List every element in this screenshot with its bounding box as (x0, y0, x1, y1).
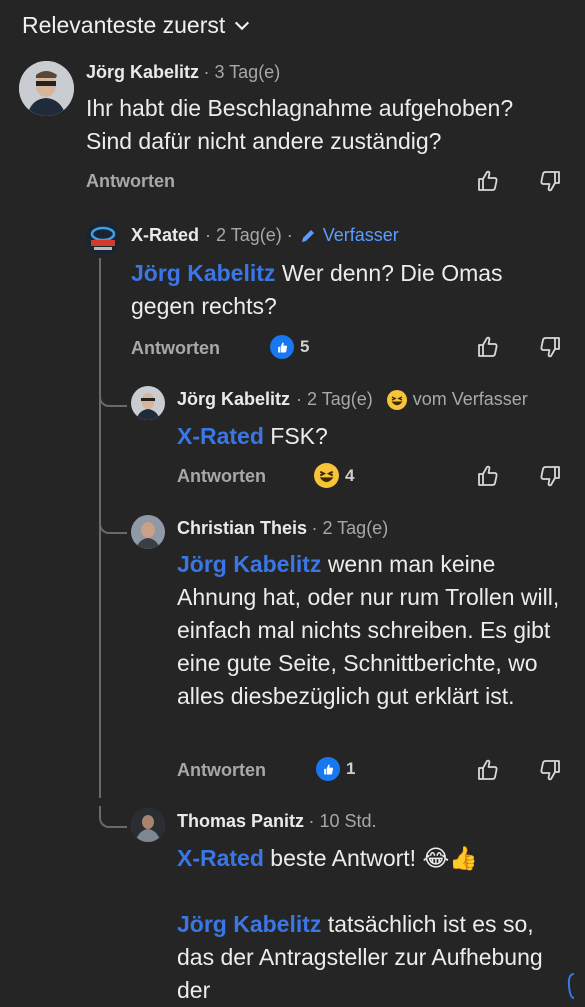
downvote-button[interactable] (538, 464, 562, 493)
mention-link[interactable]: X-Rated (177, 423, 264, 449)
laughing-emoji-icon (386, 389, 407, 410)
reply-button[interactable]: Antworten (177, 760, 266, 781)
sort-label: Relevanteste zuerst (22, 12, 226, 38)
reaction-summary[interactable]: 5 (270, 335, 309, 359)
reaction-summary[interactable]: 4 (314, 463, 354, 488)
thumbs-up-icon (478, 759, 498, 780)
reply-button[interactable]: Antworten (86, 171, 175, 192)
mention-link[interactable]: Jörg Kabelitz (177, 551, 321, 577)
thread-elbow (99, 512, 127, 534)
avatar[interactable] (86, 221, 120, 255)
comment-text: Ihr habt die Beschlagnahme aufgehoben? S… (86, 95, 514, 154)
comment-time: · 10 Std. (308, 811, 377, 831)
reply-button[interactable]: Antworten (177, 466, 266, 487)
downvote-button[interactable] (538, 758, 562, 787)
reaction-count: 5 (300, 337, 310, 356)
comment-text: Jörg Kabelitz Wer denn? Die Omas gegen r… (131, 257, 551, 323)
mention-link[interactable]: Jörg Kabelitz (177, 911, 321, 937)
comment-body: beste Antwort! 😂👍 (270, 845, 478, 871)
reply-button[interactable]: Antworten (131, 338, 220, 359)
thumbs-down-icon (540, 337, 560, 358)
avatar[interactable] (131, 515, 165, 549)
comment-author[interactable]: Thomas Panitz (177, 811, 304, 831)
thumbs-up-icon (478, 170, 498, 191)
upvote-button[interactable] (476, 464, 500, 493)
downvote-button[interactable] (538, 169, 562, 198)
comment-author[interactable]: X-Rated (131, 225, 199, 246)
thumbs-up-icon (478, 465, 498, 486)
comment-text: Jörg Kabelitz wenn man keine Ahnung hat,… (177, 548, 572, 713)
comment-time: · 2 Tag(e) · (205, 225, 293, 245)
comment-author[interactable]: Jörg Kabelitz (86, 62, 199, 82)
chevron-down-icon (235, 21, 250, 30)
reaction-count: 1 (346, 759, 356, 778)
avatar[interactable] (131, 386, 165, 420)
upvote-button[interactable] (476, 758, 500, 787)
comment-time: · 3 Tag(e) (203, 62, 281, 82)
scrollbar-handle[interactable] (566, 972, 576, 1000)
sort-dropdown[interactable]: Relevanteste zuerst (22, 12, 251, 39)
comment-time: · 2 Tag(e) (311, 518, 389, 538)
comment-author[interactable]: Jörg Kabelitz (177, 389, 290, 410)
thumbs-down-icon (540, 760, 560, 781)
like-reaction-icon (270, 335, 294, 359)
avatar[interactable] (19, 61, 74, 116)
author-badge: Verfasser (322, 225, 399, 245)
avatar[interactable] (131, 808, 165, 842)
comment-body: FSK? (270, 423, 328, 449)
comment-text: X-Rated FSK? (177, 420, 557, 453)
author-reaction-badge: vom Verfasser (412, 389, 528, 409)
upvote-button[interactable] (476, 335, 500, 364)
comment-text-continued: Jörg Kabelitz tatsächlich ist es so, das… (177, 908, 572, 1007)
like-reaction-icon (316, 757, 340, 781)
thread-elbow (99, 806, 127, 828)
thumbs-down-icon (540, 466, 560, 487)
mention-link[interactable]: X-Rated (177, 845, 264, 871)
downvote-button[interactable] (538, 335, 562, 364)
thumbs-up-icon (478, 336, 498, 357)
mention-link[interactable]: Jörg Kabelitz (131, 260, 275, 286)
thread-elbow (99, 385, 127, 407)
pencil-icon (301, 229, 314, 242)
reaction-summary[interactable]: 1 (316, 757, 355, 781)
upvote-button[interactable] (476, 169, 500, 198)
reaction-count: 4 (345, 465, 355, 485)
comment-time: · 2 Tag(e) (296, 389, 373, 409)
haha-reaction-icon (314, 463, 339, 488)
thumbs-down-icon (540, 171, 560, 192)
comment-author[interactable]: Christian Theis (177, 518, 307, 538)
comment-text: X-Rated beste Antwort! 😂👍 (177, 842, 572, 875)
